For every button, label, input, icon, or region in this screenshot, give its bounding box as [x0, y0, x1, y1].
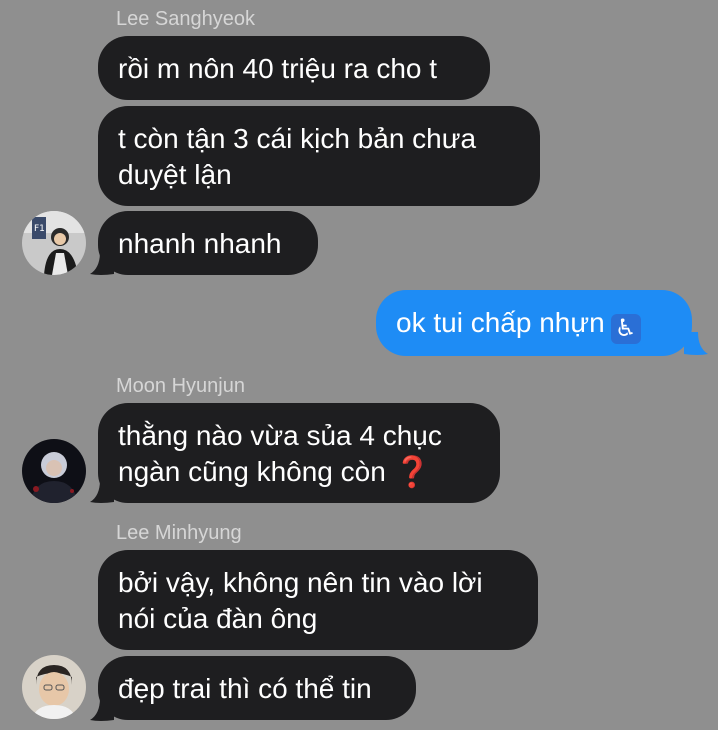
message-bubble[interactable]: nhanh nhanh [98, 211, 318, 275]
message-bubble[interactable]: bởi vậy, không nên tin vào lời nói của đ… [98, 550, 538, 650]
message-text: đẹp trai thì có thể tin [118, 673, 372, 704]
bubble-tail [90, 252, 114, 275]
bubble-tail [90, 480, 114, 503]
avatar-lee-sanghyeok[interactable]: F1 [22, 211, 86, 275]
red-question-mark-icon: ❓ [393, 456, 432, 489]
bubble-tail [684, 332, 708, 355]
person-photo-icon [22, 439, 86, 503]
person-photo-icon: F1 [22, 211, 86, 275]
person-photo-icon [22, 655, 86, 719]
message-bubble[interactable]: rồi m nôn 40 triệu ra cho t [98, 36, 490, 100]
message-text: nhanh nhanh [118, 228, 282, 259]
sender-name-lee-minhyung: Lee Minhyung [116, 522, 242, 544]
avatar-moon-hyunjun[interactable] [22, 439, 86, 503]
message-text: bởi vậy, không nên tin vào lời nói của đ… [118, 567, 483, 634]
sender-name-moon-hyunjun: Moon Hyunjun [116, 375, 245, 397]
sender-name-lee-sanghyeok: Lee Sanghyeok [116, 8, 256, 30]
outgoing-message-bubble[interactable]: ok tui chấp nhựn ♿ [376, 290, 692, 356]
message-bubble[interactable]: đẹp trai thì có thể tin [98, 656, 416, 720]
message-text: ok tui chấp nhựn [396, 307, 605, 338]
bubble-tail [90, 698, 114, 721]
wheelchair-emoji-icon: ♿ [610, 314, 641, 344]
svg-text:F1: F1 [34, 224, 45, 234]
message-bubble[interactable]: thằng nào vừa sủa 4 chục ngàn cũng không… [98, 403, 500, 503]
message-text: rồi m nôn 40 triệu ra cho t [118, 53, 438, 84]
avatar-lee-minhyung[interactable] [22, 655, 86, 719]
message-text: t còn tận 3 cái kịch bản chưa duyệt lận [118, 123, 477, 190]
message-bubble[interactable]: t còn tận 3 cái kịch bản chưa duyệt lận [98, 106, 540, 206]
